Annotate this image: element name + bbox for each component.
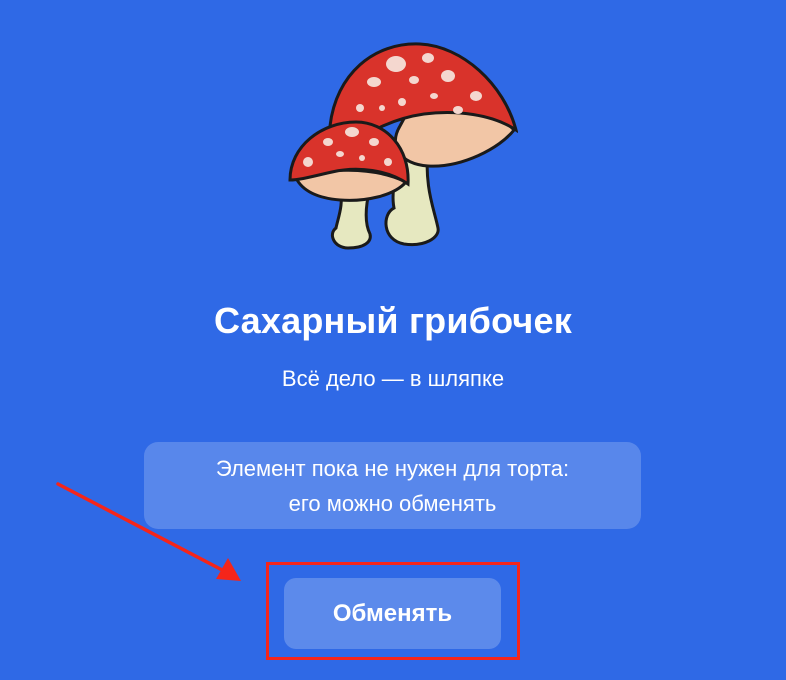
notice-text-line: Элемент пока не нужен для торта: <box>215 455 570 481</box>
exchange-button[interactable]: Обменять <box>284 578 501 649</box>
item-subtitle: Всё дело — в шляпке <box>281 366 505 391</box>
notice-text-line: его можно обменять <box>288 490 497 516</box>
notice-box: Элемент пока не нужен для торта: его мож… <box>144 442 641 529</box>
item-title: Сахарный грибочек <box>214 300 572 341</box>
fly-agaric-mushrooms-icon <box>288 42 518 250</box>
